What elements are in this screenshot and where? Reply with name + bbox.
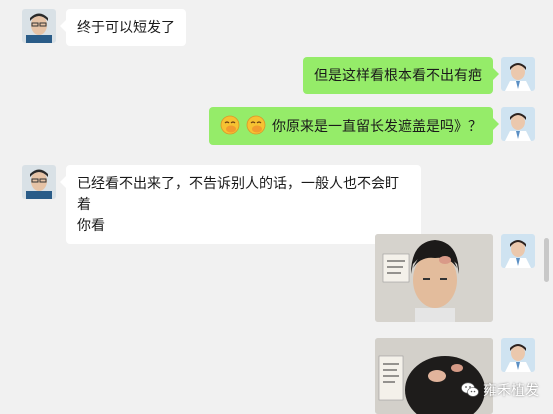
message-text-line: 你看 (77, 217, 105, 233)
wechat-icon (461, 382, 479, 397)
doctor-avatar[interactable] (501, 107, 535, 141)
watermark-text: 雍禾植发 (483, 382, 539, 398)
message-text: 你原来是一直留长发遮盖是吗》？ (272, 118, 482, 134)
hairline-photo-front[interactable] (375, 234, 493, 322)
doctor-avatar[interactable] (501, 338, 535, 372)
received-message[interactable]: 终于可以短发了 (60, 9, 186, 46)
watermark: 雍禾植发 (461, 380, 539, 400)
face-with-hand-over-mouth-emoji (246, 115, 266, 135)
sent-message[interactable]: 但是这样看根本看不出有疤 (303, 57, 499, 94)
hairline-photo-top[interactable] (375, 338, 493, 414)
doctor-avatar[interactable] (501, 234, 535, 268)
scrollbar-thumb[interactable] (544, 238, 549, 282)
contact-avatar[interactable] (22, 165, 56, 199)
received-message[interactable]: 已经看不出来了，不告诉别人的话，一般人也不会盯着 你看 (60, 165, 421, 244)
face-with-hand-over-mouth-emoji (220, 115, 240, 135)
message-text-line: 已经看不出来了，不告诉别人的话，一般人也不会盯着 (77, 175, 399, 212)
sent-message[interactable]: 你原来是一直留长发遮盖是吗》？ (209, 107, 499, 145)
contact-avatar[interactable] (22, 9, 56, 43)
message-text: 终于可以短发了 (77, 19, 175, 35)
message-text: 但是这样看根本看不出有疤 (314, 67, 482, 83)
doctor-avatar[interactable] (501, 57, 535, 91)
